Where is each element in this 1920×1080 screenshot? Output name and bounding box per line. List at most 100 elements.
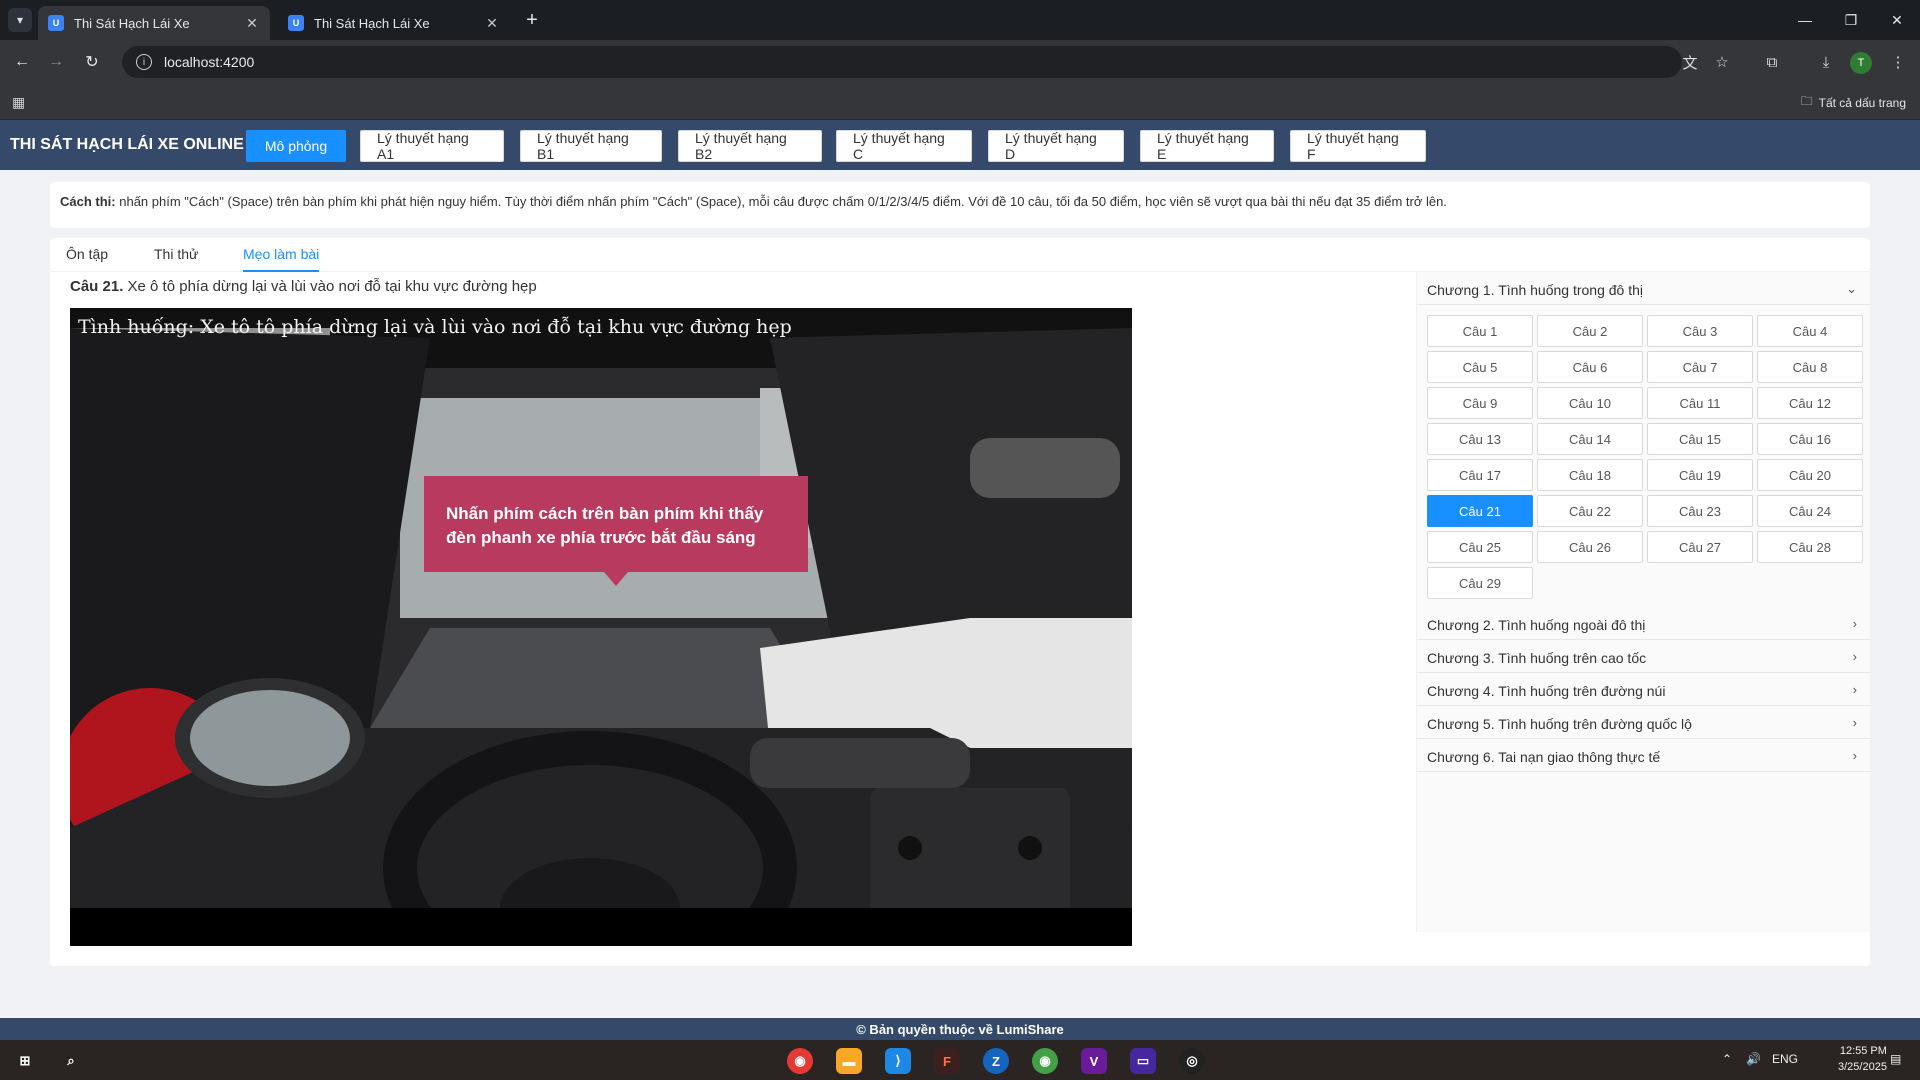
new-tab-button[interactable]: + [520,8,544,32]
question-button[interactable]: Câu 6 [1537,351,1643,383]
instruction-text: nhấn phím "Cách" (Space) trên bàn phím k… [115,194,1447,209]
question-button[interactable]: Câu 14 [1537,423,1643,455]
question-title: Câu 21. Xe ô tô phía dừng lại và lùi vào… [70,278,537,295]
web-page: THI SÁT HẠCH LÁI XE ONLINE Mô phỏng Lý t… [0,120,1920,1040]
chapter-6-header[interactable]: Chương 6. Tai nạn giao thông thực tế › [1417,739,1871,772]
chapter-3-header[interactable]: Chương 3. Tình huống trên cao tốc › [1417,640,1871,673]
restore-icon[interactable]: ❐ [1828,6,1874,34]
language-indicator[interactable]: ENG [1772,1052,1798,1066]
question-button[interactable]: Câu 10 [1537,387,1643,419]
nav-ly-thuyet-f[interactable]: Lý thuyết hạng F [1290,130,1426,162]
clock-time: 12:55 PM [1839,1045,1887,1057]
chrome-canary-icon[interactable]: ◉ [1032,1048,1058,1074]
file-explorer-icon[interactable]: ▬ [836,1048,862,1074]
back-icon[interactable]: ← [10,50,34,74]
simulation-video[interactable]: Tình huống: Xe tô tô phía dừng lại và lù… [70,308,1132,946]
video-caption: Tình huống: Xe tô tô phía dừng lại và lù… [78,316,792,338]
question-button[interactable]: Câu 21 [1427,495,1533,527]
nav-mo-phong[interactable]: Mô phỏng [246,130,346,162]
chevron-down-icon: ⌄ [1846,281,1857,296]
tab-title: Thi Sát Hạch Lái Xe [314,15,430,31]
vscode-icon[interactable]: ⟩ [885,1048,911,1074]
question-button[interactable]: Câu 23 [1647,495,1753,527]
question-button[interactable]: Câu 16 [1757,423,1863,455]
question-button[interactable]: Câu 24 [1757,495,1863,527]
address-bar[interactable]: i localhost:4200 [122,46,1682,78]
obs-icon[interactable]: ◎ [1179,1048,1205,1074]
question-button[interactable]: Câu 28 [1757,531,1863,563]
chapter-2-header[interactable]: Chương 2. Tình huống ngoài đô thị › [1417,607,1871,640]
nav-ly-thuyet-a1[interactable]: Lý thuyết hạng A1 [360,130,504,162]
visual-studio-icon[interactable]: V [1081,1048,1107,1074]
terminal-icon[interactable]: ▭ [1130,1048,1156,1074]
instruction-label: Cách thi: [60,194,116,209]
all-bookmarks-button[interactable]: 🗀 Tất cả dấu trang [1801,92,1906,113]
question-button[interactable]: Câu 27 [1647,531,1753,563]
nav-ly-thuyet-d[interactable]: Lý thuyết hạng D [988,130,1124,162]
question-button[interactable]: Câu 9 [1427,387,1533,419]
question-button[interactable]: Câu 19 [1647,459,1753,491]
question-button[interactable]: Câu 13 [1427,423,1533,455]
browser-tab-1[interactable]: U Thi Sát Hạch Lái Xe ✕ [38,6,270,40]
forward-icon[interactable]: → [44,50,68,74]
extensions-icon[interactable]: ⧉ [1760,50,1784,74]
close-tab-icon[interactable]: ✕ [484,15,500,32]
minimize-icon[interactable]: — [1782,6,1828,34]
content-card: Ôn tập Thi thử Mẹo làm bài Câu 21. Xe ô … [50,238,1871,966]
question-button[interactable]: Câu 4 [1757,315,1863,347]
chapter-1-header[interactable]: Chương 1. Tình huống trong đô thị ⌄ [1417,272,1871,305]
chapter-4-header[interactable]: Chương 4. Tình huống trên đường núi › [1417,673,1871,706]
tray-chevron-icon[interactable]: ⌃ [1722,1052,1732,1066]
chrome-icon[interactable]: ◉ [787,1048,813,1074]
question-button[interactable]: Câu 29 [1427,567,1533,599]
question-button[interactable]: Câu 25 [1427,531,1533,563]
close-tab-icon[interactable]: ✕ [244,15,260,32]
question-button[interactable]: Câu 18 [1537,459,1643,491]
question-button[interactable]: Câu 3 [1647,315,1753,347]
question-button[interactable]: Câu 26 [1537,531,1643,563]
menu-icon[interactable]: ⋮ [1886,50,1910,74]
chevron-right-icon: › [1852,649,1857,664]
question-button[interactable]: Câu 22 [1537,495,1643,527]
tab-search-button[interactable]: ▾ [8,8,32,32]
question-button[interactable]: Câu 5 [1427,351,1533,383]
translate-icon[interactable]: 文 [1678,50,1702,74]
nav-ly-thuyet-c[interactable]: Lý thuyết hạng C [836,130,972,162]
question-button[interactable]: Câu 8 [1757,351,1863,383]
question-button[interactable]: Câu 2 [1537,315,1643,347]
site-info-icon[interactable]: i [136,54,152,70]
tab-thi-thu[interactable]: Thi thử [154,246,198,270]
tab-meo-lam-bai[interactable]: Mẹo làm bài [243,246,320,272]
mode-tabs: Ôn tập Thi thử Mẹo làm bài [50,238,1870,272]
notifications-icon[interactable]: ▤ [1890,1052,1901,1066]
nav-ly-thuyet-b1[interactable]: Lý thuyết hạng B1 [520,130,662,162]
windows-start-icon[interactable]: ⊞ [12,1048,38,1074]
figma-icon[interactable]: F [934,1048,960,1074]
question-button[interactable]: Câu 7 [1647,351,1753,383]
nav-ly-thuyet-e[interactable]: Lý thuyết hạng E [1140,130,1274,162]
question-button[interactable]: Câu 20 [1757,459,1863,491]
chapter-4-title: Chương 4. Tình huống trên đường núi [1427,683,1666,699]
bookmark-star-icon[interactable]: ☆ [1710,50,1734,74]
nav-ly-thuyet-b2[interactable]: Lý thuyết hạng B2 [678,130,822,162]
tab-on-tap[interactable]: Ôn tập [66,246,108,270]
search-icon[interactable]: ⌕ [58,1048,84,1074]
profile-avatar[interactable]: T [1850,52,1872,74]
question-button[interactable]: Câu 17 [1427,459,1533,491]
question-button[interactable]: Câu 1 [1427,315,1533,347]
driving-scene-image [70,308,1132,928]
chapter-5-header[interactable]: Chương 5. Tình huống trên đường quốc lộ … [1417,706,1871,739]
question-button[interactable]: Câu 15 [1647,423,1753,455]
browser-tab-2[interactable]: U Thi Sát Hạch Lái Xe ✕ [278,6,510,40]
zalo-icon[interactable]: Z [983,1048,1009,1074]
close-window-icon[interactable]: ✕ [1874,6,1920,34]
question-button[interactable]: Câu 11 [1647,387,1753,419]
reload-icon[interactable]: ↻ [80,50,104,74]
site-favicon-icon: U [48,15,64,31]
system-clock[interactable]: 12:55 PM 3/25/2025 [1838,1043,1887,1075]
volume-icon[interactable]: 🔊 [1746,1052,1761,1066]
question-button[interactable]: Câu 12 [1757,387,1863,419]
download-icon[interactable]: ⤓ [1814,50,1838,74]
chapter-5-title: Chương 5. Tình huống trên đường quốc lộ [1427,716,1692,732]
apps-grid-icon[interactable]: ▦ [12,94,28,110]
